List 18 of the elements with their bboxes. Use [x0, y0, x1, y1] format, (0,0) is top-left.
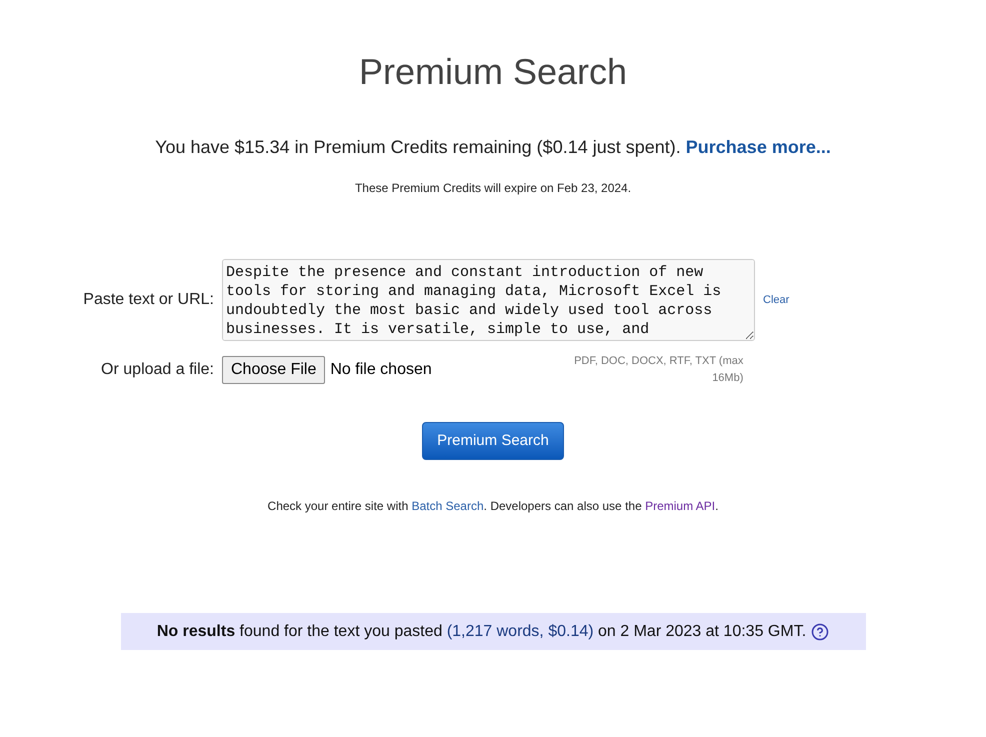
result-details-link[interactable]: (1,217 words, $0.14) [446, 622, 594, 640]
purchase-link[interactable]: Purchase more... [686, 137, 831, 157]
footer-text: Check your entire site with Batch Search. Developers can also use the Premium API. [268, 498, 718, 515]
file-types-hint: PDF, DOC, DOCX, RTF, TXT (max 16Mb) [573, 354, 744, 386]
clear-link[interactable]: Clear [763, 292, 790, 308]
file-status-text: No file chosen [330, 360, 433, 380]
page-title: Premium Search [358, 50, 628, 94]
batch-search-link[interactable]: Batch Search [412, 499, 484, 513]
choose-file-button[interactable]: Choose File [222, 356, 326, 384]
paste-label: Paste text or URL: [82, 290, 214, 310]
credits-text: You have $15.34 in Premium Credits remaining ($0.14 just spent). Purchase more... [155, 136, 831, 159]
premium-api-link[interactable]: Premium API [645, 499, 716, 513]
text-input-field[interactable]: Despite the presence and constant introduction of new tools for storing and managing data, Microsoft Excel is undoubtedly the most basic and widely used tool across businesses. It is versatile, simple to use, and [222, 259, 755, 341]
help-icon[interactable] [811, 622, 830, 640]
result-text: No results found for the text you pasted (1,217 words, $0.14) on 2 Mar 2023 at 10:35 GMT. [156, 622, 806, 642]
premium-search-button[interactable]: Premium Search [422, 422, 564, 460]
expiry-text: These Premium Credits will expire on Feb 23, 2024. [354, 180, 632, 197]
upload-label: Or upload a file: [100, 360, 214, 380]
